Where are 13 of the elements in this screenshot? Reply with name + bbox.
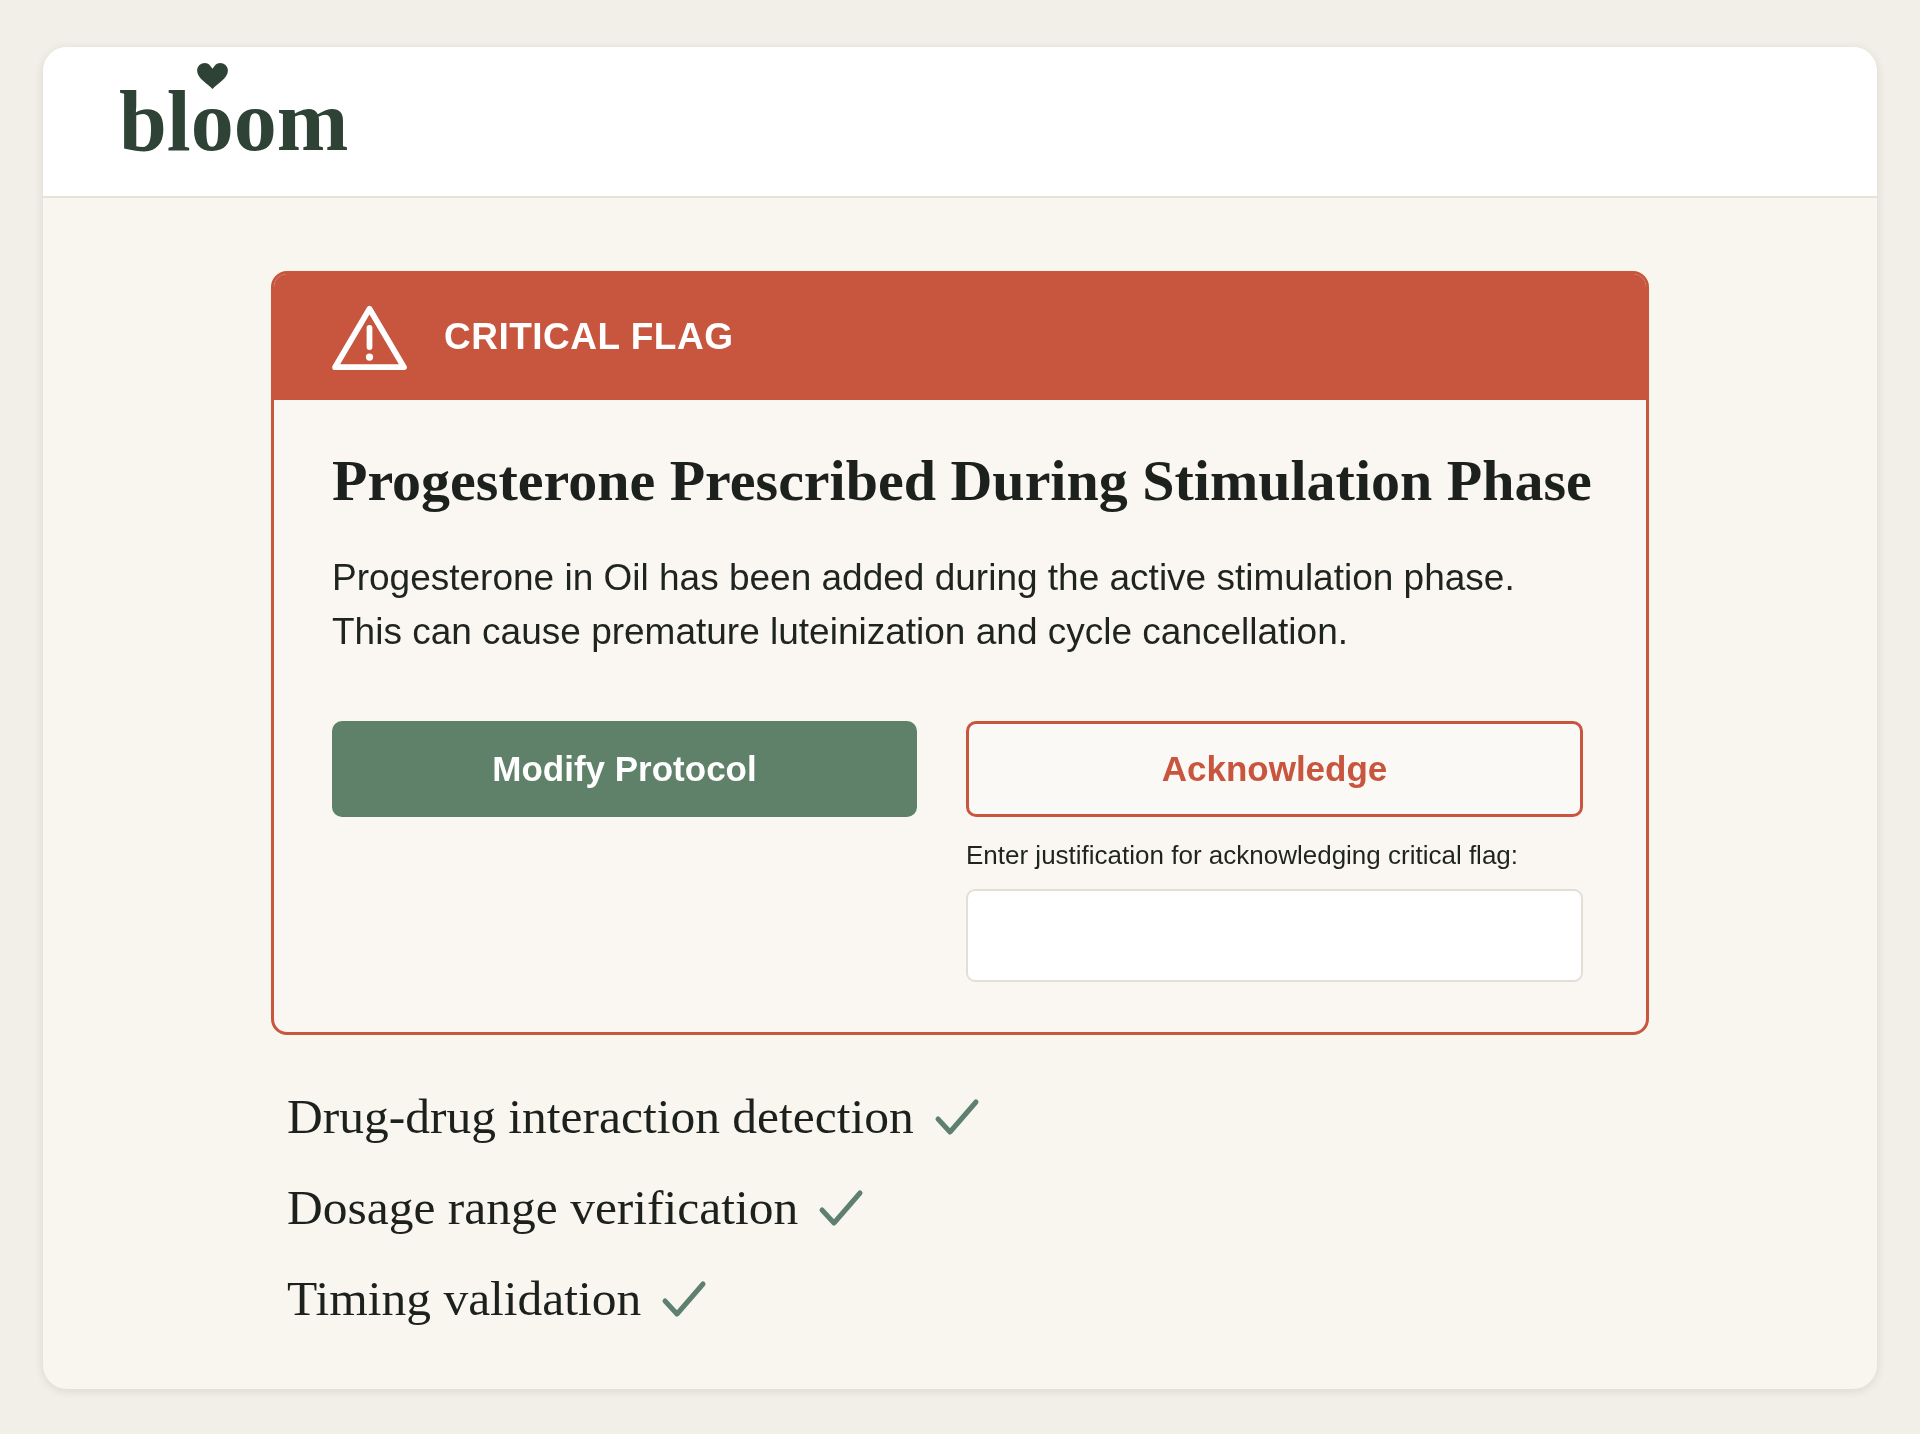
acknowledge-button[interactable]: Acknowledge (966, 721, 1583, 817)
warning-icon (331, 303, 408, 371)
input-field[interactable] (966, 889, 1583, 982)
logo-wordmark: bloom (119, 90, 349, 153)
check-label: Drug-drug interaction detection (287, 1088, 914, 1145)
justification-label: Enter justification for acknowledging critical flag: (966, 839, 1520, 872)
alert-message: Progesterone in Oil has been added during the active stimulation phase. This can cause premature luteinization and cycle cancellation. (332, 556, 1516, 654)
check-label: Dosage range verification (287, 1179, 799, 1236)
check-label: Timing validation (287, 1270, 642, 1327)
heart-icon (197, 62, 228, 89)
alert-label: CRITICAL FLAG (444, 316, 734, 358)
modify-protocol-button[interactable]: Modify Protocol (332, 721, 917, 817)
alert-title: Progesterone Prescribed During Stimulation Phase (332, 448, 1593, 514)
